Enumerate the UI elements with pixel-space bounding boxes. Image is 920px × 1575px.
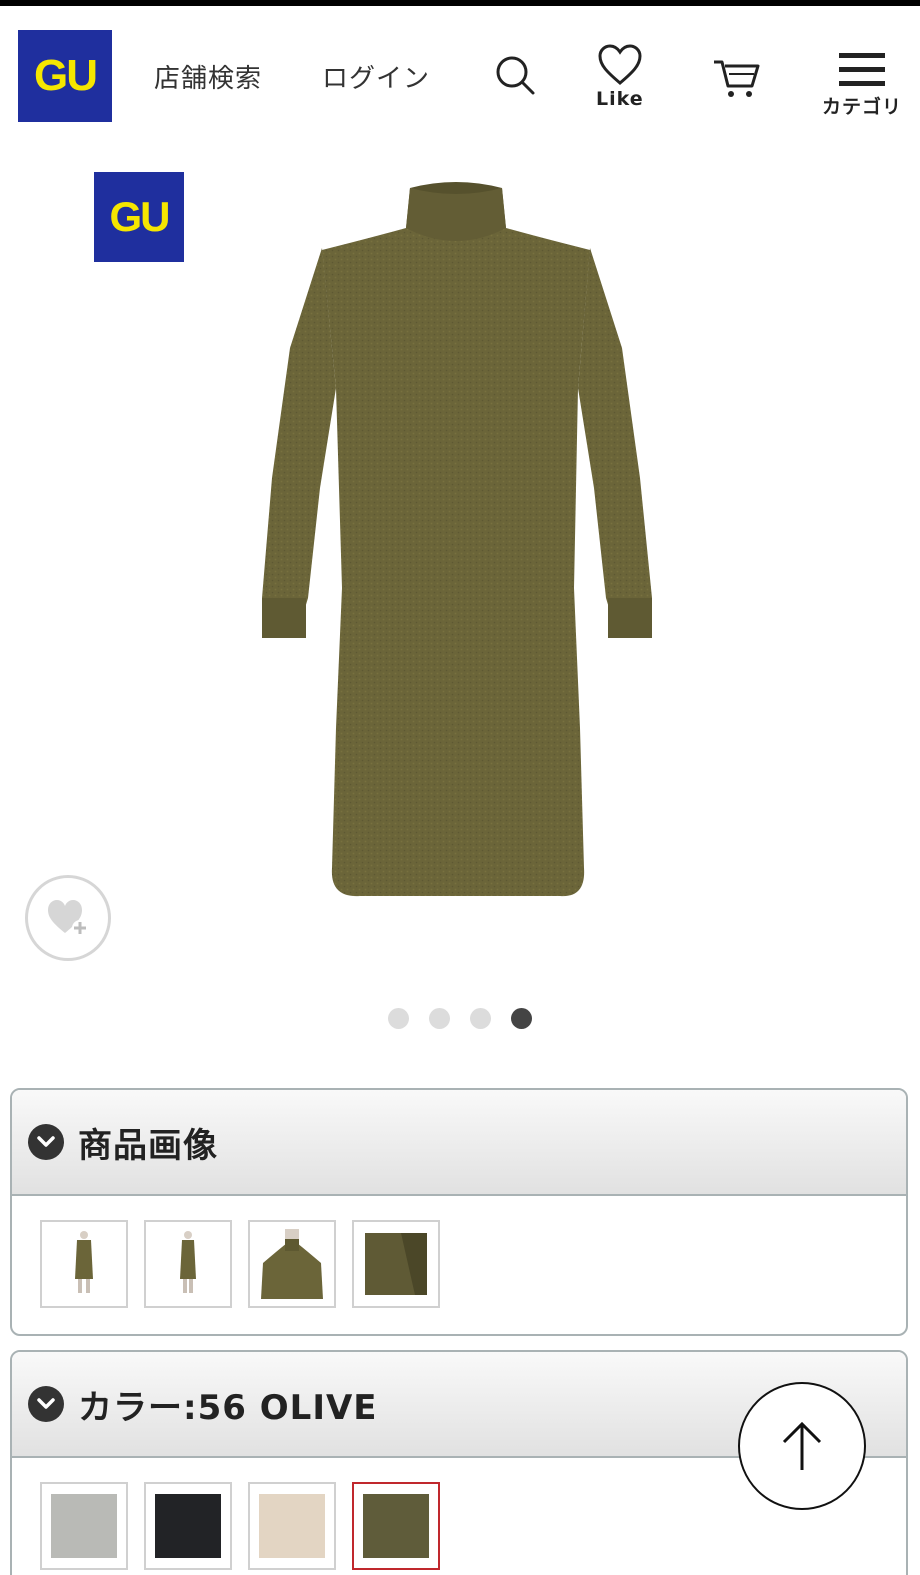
swatch-color (259, 1494, 325, 1558)
site-header: GU 店舗検索 ログイン Like カテゴリ (0, 6, 920, 130)
swatch-color (155, 1494, 221, 1558)
search-button[interactable] (494, 54, 536, 96)
heart-icon (598, 44, 642, 85)
chevron-down-icon (28, 1386, 64, 1422)
gu-brand-badge: GU (94, 172, 184, 262)
product-images-panel: 商品画像 (10, 1088, 908, 1336)
like-label: Like (596, 88, 644, 110)
thumbnail-image (180, 1231, 196, 1293)
gu-logo[interactable]: GU (18, 30, 112, 122)
color-panel-title: カラー:56 OLIVE (78, 1387, 378, 1428)
carousel-indicator (0, 1008, 920, 1029)
thumbnail-sleeve-closeup[interactable] (352, 1220, 440, 1308)
swatch-beige[interactable] (248, 1482, 336, 1570)
like-button[interactable]: Like (596, 44, 644, 110)
swatch-olive[interactable] (352, 1482, 440, 1570)
thumbnail-image (365, 1233, 427, 1295)
swatch-black[interactable] (144, 1482, 232, 1570)
thumbnail-image (261, 1229, 323, 1299)
search-icon (496, 56, 535, 95)
carousel-dot[interactable] (429, 1008, 450, 1029)
swatch-gray[interactable] (40, 1482, 128, 1570)
carousel-dot-active[interactable] (511, 1008, 532, 1029)
hamburger-menu-icon (839, 53, 885, 86)
add-favorite-button[interactable] (25, 875, 111, 961)
login-link[interactable]: ログイン (322, 58, 430, 95)
product-page: GU 店舗検索 ログイン Like カテゴリ GU 商品画像 カラー:56 OL… (0, 0, 920, 1575)
chevron-down-icon (28, 1124, 64, 1160)
carousel-dot[interactable] (470, 1008, 491, 1029)
product-images-header[interactable]: 商品画像 (12, 1090, 906, 1196)
category-menu-button[interactable]: カテゴリ (822, 50, 902, 119)
cart-icon (714, 60, 760, 97)
swatch-color (363, 1494, 429, 1558)
thumbnail-full-side[interactable] (144, 1220, 232, 1308)
thumbnail-image (75, 1231, 93, 1293)
arrow-up-icon (782, 1421, 822, 1470)
product-image-carousel[interactable]: GU (0, 130, 920, 1050)
product-image (262, 182, 652, 897)
swatch-color (51, 1494, 117, 1558)
store-search-link[interactable]: 店舗検索 (154, 58, 262, 95)
heart-plus-icon (48, 900, 88, 936)
thumbnail-collar-closeup[interactable] (248, 1220, 336, 1308)
back-to-top-button[interactable] (738, 1382, 866, 1510)
thumbnail-full-front[interactable] (40, 1220, 128, 1308)
category-label: カテゴリ (822, 96, 903, 118)
product-images-title: 商品画像 (78, 1125, 218, 1166)
thumbnail-list (12, 1196, 906, 1308)
cart-button[interactable] (712, 56, 762, 100)
carousel-dot[interactable] (388, 1008, 409, 1029)
